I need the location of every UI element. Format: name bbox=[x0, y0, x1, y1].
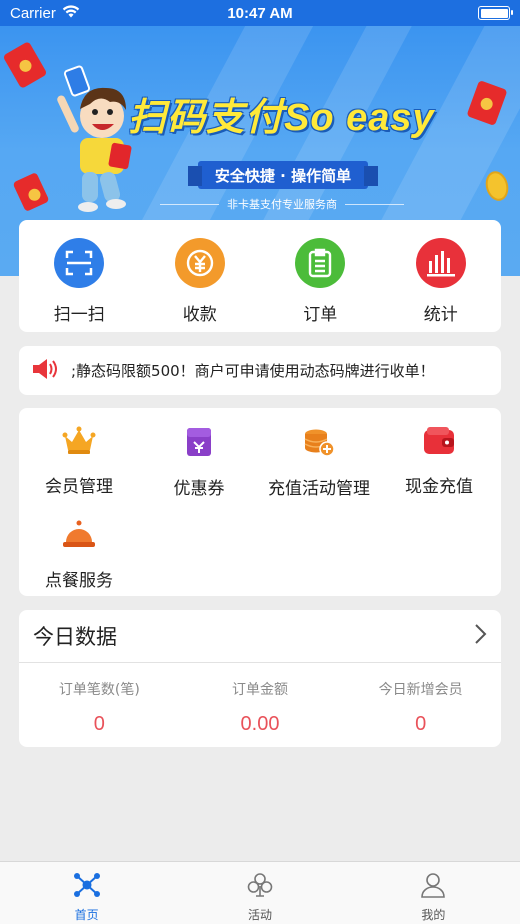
scan-icon bbox=[54, 238, 105, 288]
new-members-value: 0 bbox=[415, 713, 427, 735]
tab-home-label: 首页 bbox=[74, 908, 99, 922]
carrier-label: Carrier bbox=[10, 4, 56, 22]
speaker-icon bbox=[31, 358, 59, 384]
food-ordering-label: 点餐服务 bbox=[45, 571, 113, 591]
tab-mine[interactable]: 我的 bbox=[347, 862, 520, 924]
coupon-icon bbox=[184, 426, 214, 462]
scan-action[interactable]: 扫一扫 bbox=[19, 220, 140, 332]
tab-mine-label: 我的 bbox=[421, 908, 446, 922]
orders-label: 订单 bbox=[303, 305, 338, 325]
wifi-icon bbox=[62, 4, 80, 22]
user-icon bbox=[419, 872, 447, 902]
recharge-activity-label: 充值活动管理 bbox=[268, 479, 370, 499]
chevron-right-icon bbox=[473, 623, 487, 649]
stats-action[interactable]: 统计 bbox=[381, 220, 502, 332]
cash-recharge-label: 现金充值 bbox=[405, 477, 473, 497]
tab-bar: 首页 活动 我的 bbox=[0, 861, 520, 924]
food-cloche-icon bbox=[62, 518, 96, 554]
banner-title: 扫码支付So easy bbox=[128, 97, 435, 139]
banner-ribbon: 安全快捷 · 操作简单 bbox=[188, 161, 378, 189]
banner-subtitle-text: 非卡基支付专业服务商 bbox=[227, 198, 337, 211]
member-management-label: 会员管理 bbox=[45, 477, 113, 497]
notice-bar[interactable]: ;静态码限额500！商户可申请使用动态码牌进行收单！ bbox=[19, 346, 501, 395]
new-members-label: 今日新增会员 bbox=[378, 682, 463, 698]
stats-label: 统计 bbox=[423, 305, 458, 325]
order-count-stat: 订单笔数(笔) 0 bbox=[19, 679, 180, 736]
crown-icon bbox=[62, 426, 96, 460]
today-data-card: 今日数据 订单笔数(笔) 0 订单金额 0.00 今日新增会员 0 bbox=[19, 610, 501, 747]
bar-chart-icon bbox=[415, 238, 466, 288]
collect-label: 收款 bbox=[182, 305, 217, 325]
collect-action[interactable]: 收款 bbox=[140, 220, 261, 332]
status-bar: Carrier 10:47 AM bbox=[0, 0, 520, 26]
status-left: Carrier bbox=[10, 5, 80, 22]
scan-label: 扫一扫 bbox=[53, 305, 105, 325]
order-amount-stat: 订单金额 0.00 bbox=[180, 679, 341, 736]
tab-activity-label: 活动 bbox=[247, 908, 272, 922]
member-management-item[interactable]: 会员管理 bbox=[19, 408, 139, 500]
notice-text: ;静态码限额500！商户可申请使用动态码牌进行收单！ bbox=[71, 362, 435, 380]
yuan-collect-icon bbox=[174, 238, 225, 288]
order-count-value: 0 bbox=[93, 713, 105, 735]
coins-add-icon bbox=[302, 426, 336, 462]
tab-home[interactable]: 首页 bbox=[0, 862, 173, 924]
quick-actions-card: 扫一扫 收款 订单 统计 bbox=[19, 220, 501, 332]
clipboard-icon bbox=[295, 238, 346, 288]
banner-subtitle: 非卡基支付专业服务商 bbox=[160, 196, 404, 212]
cash-recharge-item[interactable]: 现金充值 bbox=[379, 408, 499, 500]
orders-action[interactable]: 订单 bbox=[260, 220, 381, 332]
battery-icon bbox=[478, 6, 513, 20]
red-envelope-icon bbox=[2, 41, 48, 89]
order-count-label: 订单笔数(笔) bbox=[58, 682, 140, 698]
services-card: 会员管理 优惠券 充值活动管理 现金充值 点餐服务 bbox=[19, 408, 501, 596]
today-data-header[interactable]: 今日数据 bbox=[19, 610, 501, 663]
home-network-icon bbox=[73, 872, 101, 902]
red-envelope-icon bbox=[12, 172, 50, 212]
tab-activity[interactable]: 活动 bbox=[173, 862, 346, 924]
new-members-stat: 今日新增会员 0 bbox=[340, 679, 501, 736]
order-amount-label: 订单金额 bbox=[232, 682, 288, 698]
food-ordering-item[interactable]: 点餐服务 bbox=[19, 500, 139, 592]
club-icon bbox=[246, 872, 274, 902]
today-data-title: 今日数据 bbox=[33, 625, 117, 649]
coupon-label: 优惠券 bbox=[173, 479, 225, 499]
gold-coin-icon bbox=[482, 168, 512, 204]
wallet-icon bbox=[422, 426, 456, 460]
order-amount-value: 0.00 bbox=[240, 713, 280, 735]
recharge-activity-item[interactable]: 充值活动管理 bbox=[259, 408, 379, 500]
coupon-item[interactable]: 优惠券 bbox=[139, 408, 259, 500]
